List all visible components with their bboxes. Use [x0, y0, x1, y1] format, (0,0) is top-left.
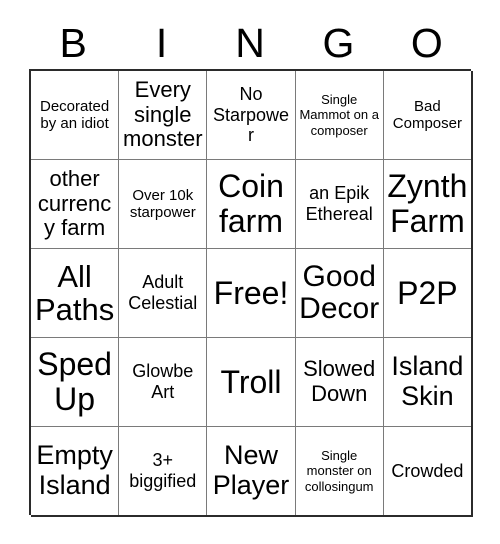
- bingo-cell-label: Empty Island: [36, 440, 113, 500]
- bingo-cell[interactable]: Crowded: [383, 427, 471, 515]
- bingo-cell-label: Adult Celestial: [128, 272, 198, 313]
- bingo-cell-free[interactable]: Free!: [207, 249, 295, 337]
- bingo-cell[interactable]: Single Mammot on a composer: [295, 71, 383, 159]
- bingo-cell-label: 3+ biggified: [129, 450, 197, 491]
- bingo-header-row: B I N G O: [29, 18, 471, 69]
- bingo-cell-label: Troll: [220, 363, 282, 400]
- bingo-cell[interactable]: Adult Celestial: [119, 249, 207, 337]
- bingo-cell[interactable]: other currency farm: [31, 160, 119, 248]
- bingo-cell-label: Glowbe Art: [132, 361, 194, 402]
- bingo-cell[interactable]: All Paths: [31, 249, 119, 337]
- bingo-cell[interactable]: Over 10k starpower: [119, 160, 207, 248]
- bingo-cell-label: Bad Composer: [392, 97, 462, 132]
- bingo-cell[interactable]: Bad Composer: [383, 71, 471, 159]
- bingo-cell-label: Single monster on collosingum: [304, 448, 374, 494]
- bingo-cell-label: Decorated by an idiot: [39, 97, 110, 132]
- bingo-cell[interactable]: Decorated by an idiot: [31, 71, 119, 159]
- bingo-cell[interactable]: New Player: [207, 427, 295, 515]
- bingo-cell[interactable]: Glowbe Art: [119, 338, 207, 426]
- bingo-cell-label: an Epik Ethereal: [305, 183, 373, 224]
- bingo-cell-label: Island Skin: [391, 351, 464, 411]
- bingo-cell-label: Good Decor: [299, 259, 380, 325]
- bingo-grid: Decorated by an idiot Every single monste…: [29, 69, 473, 517]
- bingo-cell-label: No Starpower: [212, 84, 290, 146]
- bingo-cell[interactable]: 3+ biggified: [119, 427, 207, 515]
- bingo-cell[interactable]: Sped Up: [31, 338, 119, 426]
- bingo-cell-label: Every single monster: [123, 77, 203, 152]
- bingo-cell-label: Free!: [213, 274, 289, 311]
- bingo-cell-label: Over 10k starpower: [129, 186, 196, 221]
- bingo-cell[interactable]: Slowed Down: [295, 338, 383, 426]
- bingo-cell[interactable]: Troll: [207, 338, 295, 426]
- bingo-cell[interactable]: Island Skin: [383, 338, 471, 426]
- bingo-cell[interactable]: Zynth Farm: [383, 160, 471, 248]
- bingo-card: B I N G O Decorated by an idiot Every sin…: [0, 0, 500, 544]
- bingo-cell[interactable]: P2P: [383, 249, 471, 337]
- bingo-cell-label: Sped Up: [37, 346, 112, 417]
- bingo-header-letter-g: G: [322, 20, 355, 66]
- bingo-header-letter-n: N: [235, 20, 265, 66]
- bingo-header-letter-o: O: [410, 20, 443, 66]
- bingo-cell[interactable]: No Starpower: [207, 71, 295, 159]
- bingo-cell[interactable]: an Epik Ethereal: [295, 160, 383, 248]
- bingo-cell[interactable]: Coin farm: [207, 160, 295, 248]
- bingo-cell[interactable]: Empty Island: [31, 427, 119, 515]
- bingo-cell-label: Single Mammot on a composer: [299, 92, 379, 138]
- bingo-cell-label: New Player: [212, 440, 290, 500]
- bingo-cell-label: All Paths: [34, 258, 115, 327]
- bingo-cell-label: Zynth Farm: [387, 168, 468, 239]
- bingo-header-letter-i: I: [155, 20, 168, 66]
- bingo-cell-label: Crowded: [391, 460, 464, 481]
- bingo-cell-label: Slowed Down: [303, 356, 376, 406]
- bingo-header-letter-b: B: [59, 20, 87, 66]
- bingo-cell-label: P2P: [397, 274, 458, 311]
- bingo-cell[interactable]: Every single monster: [119, 71, 207, 159]
- bingo-cell[interactable]: Single monster on collosingum: [295, 427, 383, 515]
- bingo-cell-label: Coin farm: [218, 168, 284, 239]
- bingo-cell[interactable]: Good Decor: [295, 249, 383, 337]
- bingo-cell-label: other currency farm: [37, 166, 112, 241]
